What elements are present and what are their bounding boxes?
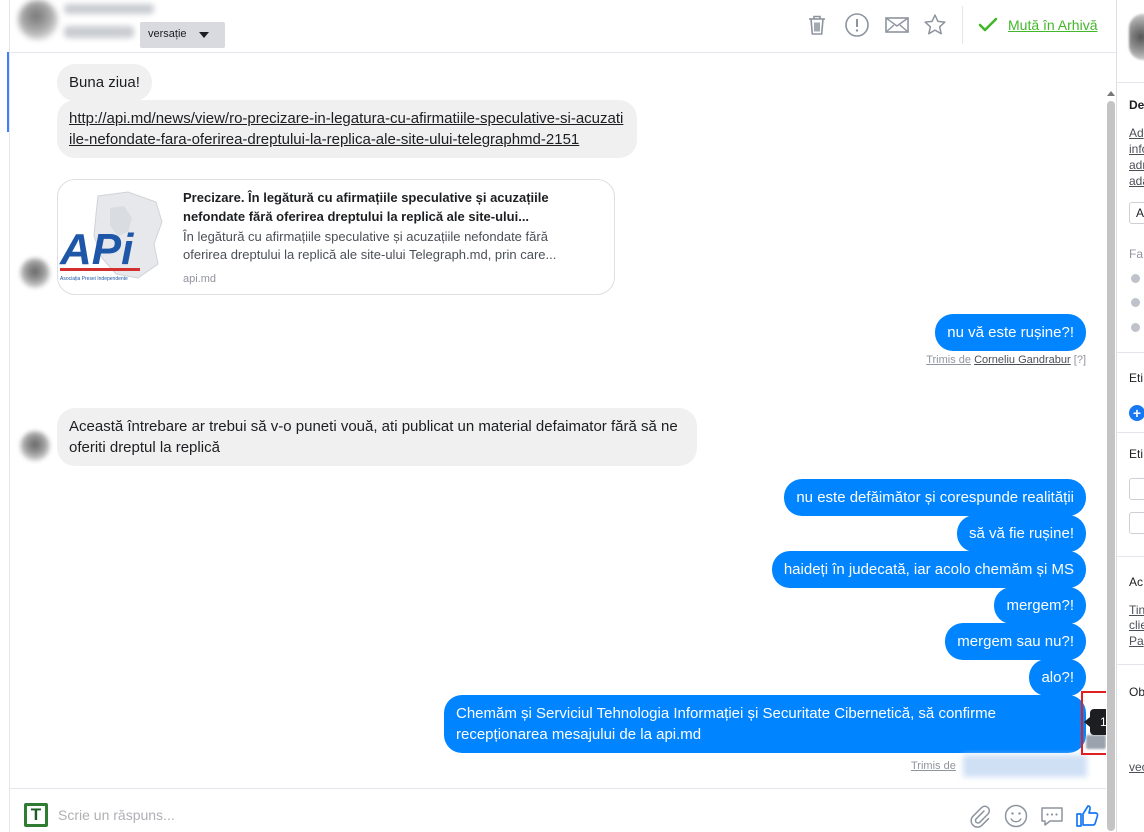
- archive-label: Mută în Arhivă: [1008, 17, 1098, 33]
- outgoing-message: nu este defăimător și corespunde realită…: [784, 479, 1086, 516]
- link-preview-description: În legătură cu afirmațiile speculative ș…: [183, 229, 557, 262]
- sent-by-label: Trimis de Corneliu Gandrabur [?]: [926, 354, 1086, 366]
- sent-by-label: Trimis de: [911, 755, 1087, 777]
- panel-divider: [1117, 352, 1144, 353]
- panel-section-activity: Ac: [1129, 575, 1144, 589]
- message-text: nu vă este rușine?!: [947, 324, 1074, 341]
- add-label-icon[interactable]: +: [1129, 405, 1144, 421]
- panel-text[interactable]: adr: [1129, 157, 1144, 173]
- message-text: alo?!: [1041, 669, 1074, 686]
- header-separator: [962, 6, 963, 44]
- paperclip-icon[interactable]: [966, 803, 992, 829]
- message-text: să vă fie rușine!: [968, 525, 1074, 542]
- checkmark-icon: [978, 17, 998, 32]
- message-text: Această întrebare ar trebui să v-o punet…: [69, 418, 678, 456]
- panel-add-label: A: [1136, 206, 1144, 220]
- panel-section-details: De: [1129, 98, 1144, 112]
- scroll-up-arrow[interactable]: [1107, 91, 1115, 96]
- contact-subtitle-redacted: [64, 26, 134, 38]
- sent-by-help[interactable]: [?]: [1074, 354, 1086, 366]
- message-text: mergem sau nu?!: [957, 633, 1074, 650]
- contact-avatar[interactable]: [18, 0, 58, 40]
- panel-section-notes: Ob: [1129, 685, 1144, 699]
- page-logo: T: [24, 803, 48, 827]
- outgoing-message: nu vă este rușine?!: [935, 314, 1086, 351]
- incoming-message: Buna ziua!: [57, 64, 152, 101]
- conversation-menu-button[interactable]: versație: [140, 22, 225, 48]
- location-icon: [1131, 298, 1140, 307]
- link-preview-card[interactable]: APi Asociația Presei Independente Preciz…: [57, 179, 615, 295]
- inbox-app: versație Mută în Arhivă Buna ziua! http:…: [0, 0, 1144, 832]
- outgoing-message: mergem sau nu?!: [945, 623, 1086, 660]
- sent-by-prefix: Trimis de: [926, 354, 972, 366]
- sent-by-prefix: Trimis de: [911, 759, 956, 772]
- location-icon: [1131, 323, 1140, 332]
- chevron-down-icon: [199, 32, 209, 38]
- panel-checkbox[interactable]: [1129, 478, 1144, 500]
- sent-by-name-redacted: [962, 755, 1087, 777]
- message-text: Buna ziua!: [69, 74, 140, 91]
- saved-replies-icon[interactable]: [1039, 803, 1065, 829]
- message-text: Chemăm și Serviciul Tehnologia Informați…: [456, 705, 996, 743]
- link-preview-domain: api.md: [183, 273, 217, 285]
- contact-name-redacted: [64, 4, 154, 14]
- peer-avatar[interactable]: [20, 431, 50, 461]
- panel-section-labels: Eti: [1129, 371, 1144, 385]
- thumbs-up-icon[interactable]: [1074, 803, 1100, 829]
- panel-text[interactable]: info: [1129, 141, 1144, 157]
- outgoing-message: Chemăm și Serviciul Tehnologia Informați…: [444, 695, 1086, 753]
- highlight-annotation: [1081, 691, 1106, 755]
- panel-text[interactable]: Ad: [1129, 125, 1144, 141]
- panel-divider: [1117, 664, 1144, 665]
- panel-link[interactable]: clie: [1129, 617, 1144, 633]
- outgoing-message: mergem?!: [994, 587, 1086, 624]
- clock-icon: [1131, 274, 1140, 283]
- star-icon[interactable]: [922, 12, 948, 38]
- panel-divider: [1117, 432, 1144, 433]
- mail-icon[interactable]: [884, 12, 910, 38]
- emoji-icon[interactable]: [1003, 803, 1029, 829]
- message-thread: Buna ziua! http://api.md/news/view/ro-pr…: [10, 53, 1106, 788]
- conversation-menu-label: versație: [148, 28, 187, 40]
- thread-scrollbar[interactable]: [1106, 53, 1116, 831]
- message-text: mergem?!: [1006, 597, 1074, 614]
- panel-divider: [1117, 82, 1144, 83]
- reply-input[interactable]: [58, 803, 858, 827]
- active-thread-indicator: [7, 52, 9, 132]
- incoming-message-link: http://api.md/news/view/ro-precizare-in-…: [57, 100, 637, 158]
- report-icon[interactable]: [844, 12, 870, 38]
- conversation-header: versație Mută în Arhivă: [10, 0, 1116, 53]
- panel-text[interactable]: ada: [1129, 173, 1144, 189]
- message-text: haideți în judecată, iar acolo chemăm și…: [783, 561, 1074, 578]
- message-text: nu este defăimător și corespunde realită…: [796, 489, 1074, 506]
- archive-button[interactable]: Mută în Arhivă: [978, 14, 1098, 36]
- outgoing-message: alo?!: [1029, 659, 1086, 696]
- logo-letter: T: [30, 805, 42, 824]
- panel-add-button[interactable]: A: [1129, 202, 1144, 224]
- contact-details-panel: De Ad info adr ada A Fa Eti + Eti Ac Tin…: [1116, 0, 1144, 832]
- left-edge: [0, 0, 10, 832]
- panel-checkbox[interactable]: [1129, 512, 1144, 534]
- message-link[interactable]: http://api.md/news/view/ro-precizare-in-…: [69, 110, 623, 148]
- sent-by-name[interactable]: Corneliu Gandrabur: [974, 354, 1071, 366]
- panel-link[interactable]: Pa: [1129, 633, 1144, 649]
- reply-composer: T: [10, 788, 1106, 832]
- panel-avatar: [1129, 14, 1144, 60]
- api-logo-text: APi: [59, 225, 134, 274]
- peer-avatar[interactable]: [20, 258, 50, 288]
- api-logo-thumbnail: APi Asociația Presei Independente: [59, 191, 163, 282]
- panel-link[interactable]: Tin: [1129, 602, 1144, 618]
- panel-divider: [1117, 556, 1144, 557]
- outgoing-message: haideți în judecată, iar acolo chemăm și…: [771, 551, 1086, 588]
- panel-link[interactable]: vec: [1129, 759, 1144, 775]
- trash-icon[interactable]: [804, 12, 830, 38]
- link-preview-title[interactable]: Precizare. În legătură cu afirmațiile sp…: [183, 188, 593, 226]
- api-logo-subtext: Asociația Presei Independente: [60, 276, 128, 282]
- incoming-message: Această întrebare ar trebui să v-o punet…: [57, 408, 697, 466]
- scroll-thumb[interactable]: [1107, 101, 1115, 831]
- panel-section-facebook: Fa: [1129, 247, 1144, 261]
- panel-section-labels-2: Eti: [1129, 447, 1144, 461]
- outgoing-message: să vă fie rușine!: [956, 515, 1086, 552]
